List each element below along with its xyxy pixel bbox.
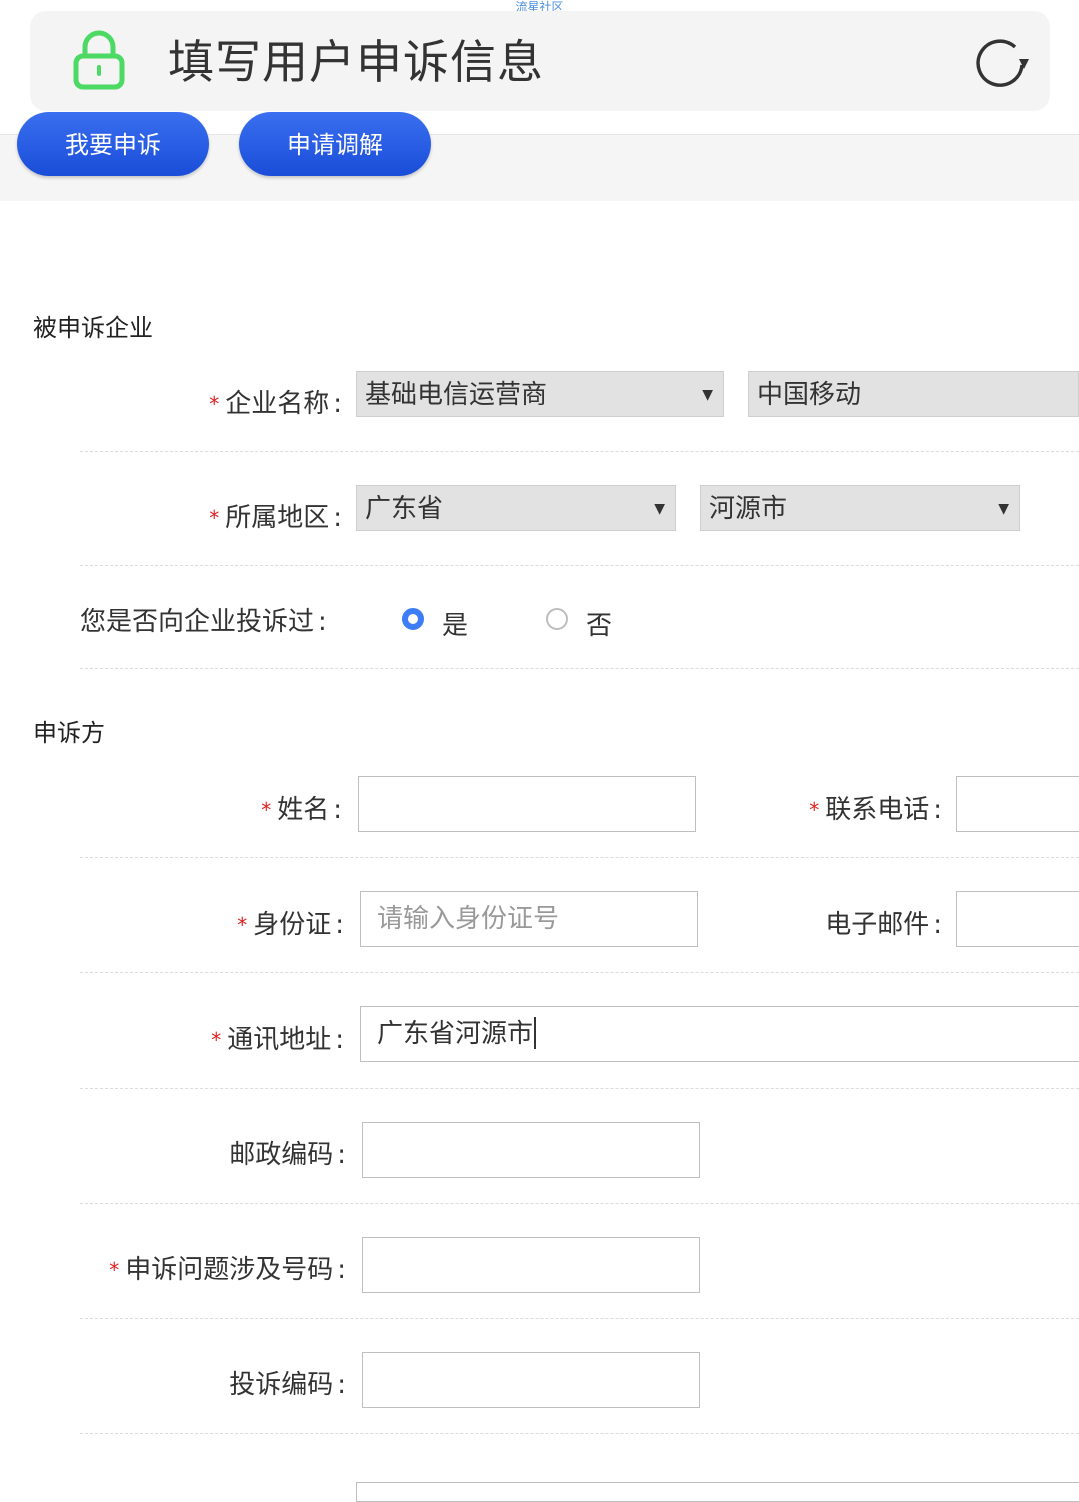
city-select[interactable]: 河源市 ▼ <box>700 485 1020 531</box>
company-name-select[interactable]: 中国移动 <box>748 371 1079 417</box>
section-title-enterprise: 被申诉企业 <box>33 314 153 342</box>
region-label: * 所属地区: <box>209 503 342 533</box>
complaint-code-label: 投诉编码: <box>229 1370 346 1400</box>
divider <box>80 668 1079 669</box>
refresh-icon[interactable] <box>970 33 1030 93</box>
section-title-complainant: 申诉方 <box>33 719 105 747</box>
page-title: 填写用户申诉信息 <box>168 35 544 89</box>
radio-no[interactable] <box>546 608 568 630</box>
next-row-input[interactable] <box>356 1482 1079 1502</box>
divider <box>80 972 1079 973</box>
radio-no-label: 否 <box>586 611 613 641</box>
name-label: * 姓名: <box>261 795 342 825</box>
email-label: 电子邮件: <box>825 910 942 940</box>
company-type-select[interactable]: 基础电信运营商 ▼ <box>356 371 724 417</box>
phone-input[interactable] <box>956 776 1079 832</box>
divider <box>80 565 1079 566</box>
dropdown-arrow-icon: ▼ <box>702 387 713 403</box>
dropdown-arrow-icon: ▼ <box>654 501 665 517</box>
postcode-input[interactable] <box>362 1122 700 1178</box>
radio-yes[interactable] <box>402 608 424 630</box>
complaint-code-input[interactable] <box>362 1352 700 1408</box>
divider <box>80 857 1079 858</box>
address-label: * 通讯地址: <box>211 1025 344 1055</box>
involved-number-input[interactable] <box>362 1237 700 1293</box>
id-card-input[interactable]: 请输入身份证号 <box>360 891 698 947</box>
province-select[interactable]: 广东省 ▼ <box>356 485 676 531</box>
dropdown-arrow-icon: ▼ <box>998 501 1009 517</box>
lock-icon <box>72 30 126 90</box>
text-cursor <box>534 1016 537 1049</box>
divider <box>80 1318 1079 1319</box>
id-card-label: * 身份证: <box>237 910 344 940</box>
divider <box>80 1433 1079 1434</box>
radio-yes-label: 是 <box>442 611 469 641</box>
name-input[interactable] <box>358 776 696 832</box>
tab-mediation-button[interactable]: 申请调解 <box>239 112 431 176</box>
email-input[interactable] <box>956 891 1079 947</box>
postcode-label: 邮政编码: <box>229 1140 346 1170</box>
tab-appeal-button[interactable]: 我要申诉 <box>17 112 209 176</box>
divider <box>80 1203 1079 1204</box>
involved-number-label: * 申诉问题涉及号码: <box>109 1255 346 1285</box>
divider <box>80 1088 1079 1089</box>
divider <box>80 451 1079 452</box>
address-input[interactable]: 广东省河源市 <box>360 1006 1079 1062</box>
complained-before-label: 您是否向企业投诉过: <box>80 607 327 637</box>
company-name-label: * 企业名称: <box>209 389 342 419</box>
phone-label: * 联系电话: <box>809 795 942 825</box>
